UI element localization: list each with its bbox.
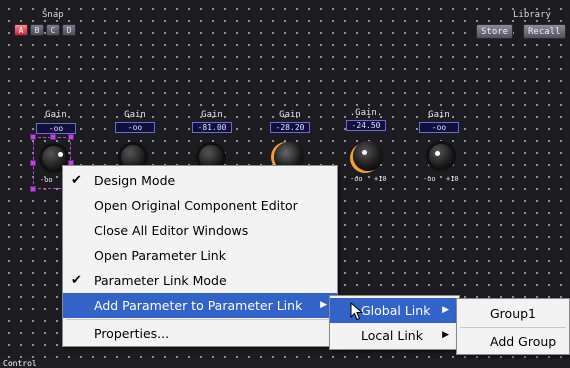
menu-item-label: Open Parameter Link xyxy=(94,248,226,263)
context-menu: ✔ Design Mode Open Original Component Ed… xyxy=(62,165,338,347)
gain-label-5: .Gain. xyxy=(349,108,383,118)
menu-item-label: Add Group xyxy=(490,334,557,349)
gain-label-6: Gain xyxy=(428,110,450,120)
menu-item-close-all-editor-windows[interactable]: Close All Editor Windows xyxy=(63,218,337,243)
gain-label-2: Gain xyxy=(124,110,146,120)
design-canvas[interactable]: Snap A B C D Library Store Recall Gain -… xyxy=(0,0,570,368)
knob-indicator xyxy=(362,150,367,155)
gain-label-1: Gain xyxy=(45,110,67,120)
gain-value-4[interactable]: -28.20 xyxy=(270,122,310,133)
gain-value-2[interactable]: -oo xyxy=(115,122,155,133)
group-submenu: Group1 Add Group xyxy=(456,298,570,355)
menu-item-label: Properties... xyxy=(94,326,170,341)
gain-value-6[interactable]: -oo xyxy=(419,122,459,133)
gain-knob-6[interactable] xyxy=(426,141,456,171)
menu-separator xyxy=(460,327,566,328)
link-submenu: Global Link ▶ Local Link ▶ xyxy=(329,295,460,350)
snap-label: Snap xyxy=(42,10,64,20)
selection-handle[interactable] xyxy=(30,134,36,140)
menu-item-add-parameter-to-parameter-link[interactable]: Add Parameter to Parameter Link ▶ xyxy=(63,293,337,318)
menu-item-label: Group1 xyxy=(490,306,537,321)
checkmark-icon: ✔ xyxy=(71,173,82,188)
menu-item-open-original-component-editor[interactable]: Open Original Component Editor xyxy=(63,193,337,218)
submenu-arrow-icon: ▶ xyxy=(442,330,449,340)
menu-item-open-parameter-link[interactable]: Open Parameter Link xyxy=(63,243,337,268)
selection-handle[interactable] xyxy=(30,186,36,192)
gain-value-5[interactable]: -24.50 xyxy=(346,120,386,131)
gain-value-1[interactable]: -oo xyxy=(36,123,76,134)
menu-item-design-mode[interactable]: ✔ Design Mode xyxy=(63,168,337,193)
selection-handle[interactable] xyxy=(50,134,56,140)
menu-separator xyxy=(66,319,334,320)
gain-label-4: Gain xyxy=(279,110,301,120)
menu-item-label: Parameter Link Mode xyxy=(94,273,227,288)
menu-item-local-link[interactable]: Local Link ▶ xyxy=(330,323,459,348)
menu-item-label: Global Link xyxy=(361,303,431,318)
mouse-cursor-icon xyxy=(350,302,364,321)
gain-label-3: Gain xyxy=(201,110,223,120)
gain-value-3[interactable]: -81.00 xyxy=(192,122,232,133)
menu-item-label: Add Parameter to Parameter Link xyxy=(94,298,303,313)
menu-item-label: Close All Editor Windows xyxy=(94,223,249,238)
checkmark-icon: ✔ xyxy=(71,273,82,288)
snap-d-button[interactable]: D xyxy=(62,24,76,36)
knob-max-label: +10 xyxy=(374,175,387,183)
snap-c-button[interactable]: C xyxy=(46,24,60,36)
knob-min-label: -oo xyxy=(423,175,436,183)
menu-item-label: Local Link xyxy=(361,328,423,343)
selection-handle[interactable] xyxy=(30,160,36,166)
submenu-arrow-icon: ▶ xyxy=(442,305,449,315)
menu-item-properties[interactable]: Properties... xyxy=(63,321,337,346)
store-button[interactable]: Store xyxy=(476,24,514,39)
menu-item-parameter-link-mode[interactable]: ✔ Parameter Link Mode xyxy=(63,268,337,293)
status-bar: Control xyxy=(0,359,570,368)
gain-knob-5[interactable] xyxy=(353,141,383,171)
submenu-arrow-icon: ▶ xyxy=(320,300,327,310)
snap-a-button[interactable]: A xyxy=(14,24,28,36)
menu-item-label: Open Original Component Editor xyxy=(94,198,298,213)
knob-max-label: +10 xyxy=(446,175,459,183)
menu-item-add-group[interactable]: Add Group xyxy=(457,329,569,354)
recall-button[interactable]: Recall xyxy=(523,24,566,39)
knob-indicator xyxy=(435,151,440,156)
snap-b-button[interactable]: B xyxy=(30,24,44,36)
library-label: Library xyxy=(513,10,551,20)
knob-min-label: -oo xyxy=(350,175,363,183)
menu-item-group1[interactable]: Group1 xyxy=(457,301,569,326)
selection-handle[interactable] xyxy=(68,134,74,140)
menu-item-label: Design Mode xyxy=(94,173,176,188)
